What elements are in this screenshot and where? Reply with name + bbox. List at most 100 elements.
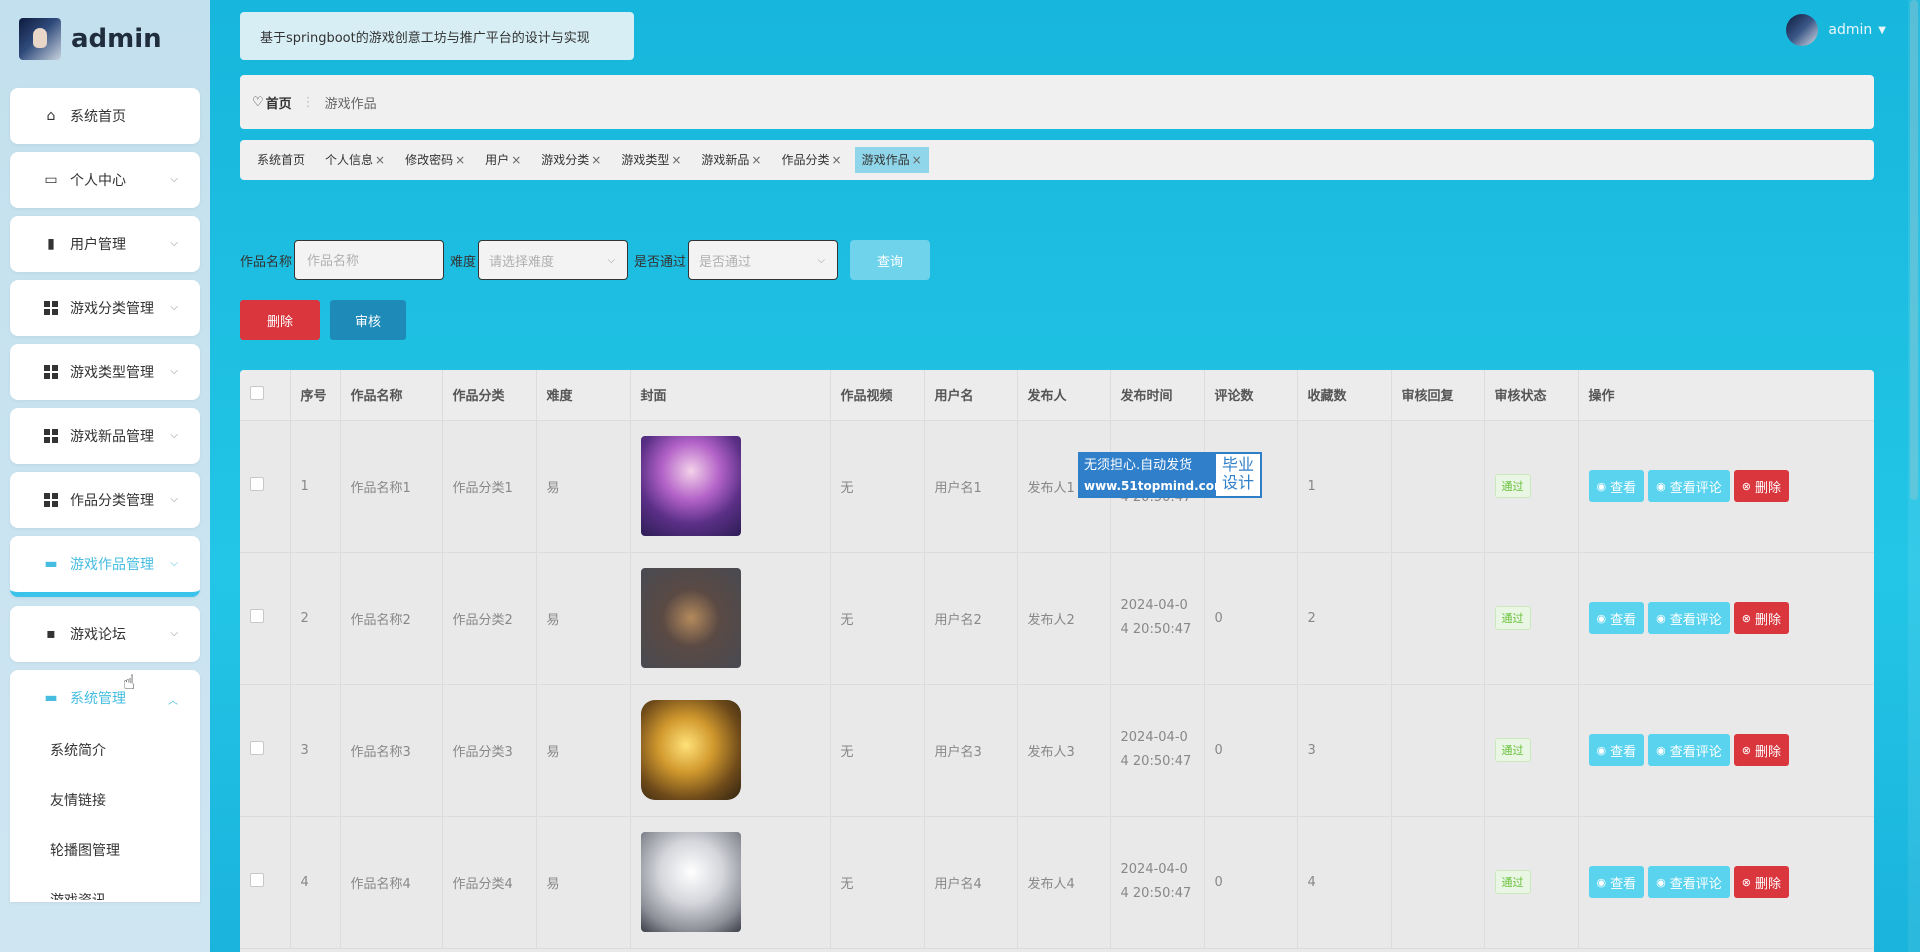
watermark-overlay: 无须担心.自动发货 www.51topmind.com 毕业 设计 (1078, 452, 1262, 498)
close-icon[interactable]: × (511, 153, 521, 167)
tag-game-category[interactable]: 游戏分类 × (534, 147, 608, 173)
sidebar-item-home[interactable]: ⌂ 系统首页 (10, 88, 200, 144)
breadcrumb-home[interactable]: 首页 (266, 93, 292, 112)
watermark-left: 无须担心.自动发货 www.51topmind.com (1080, 454, 1227, 496)
chevron-down-icon: ⌵ (817, 254, 826, 266)
cell-video: 无 (830, 420, 925, 553)
sidebar-item-game-category[interactable]: 游戏分类管理 ⌵ (10, 280, 200, 336)
view-button[interactable]: ◉ 查看 (1588, 470, 1645, 502)
sidebar-item-work-category[interactable]: 作品分类管理 ⌵ (10, 472, 200, 528)
close-icon[interactable]: × (832, 153, 842, 167)
col-reply: 审核回复 (1391, 370, 1485, 421)
laptop-icon: ▬ (44, 690, 58, 706)
view-comments-button[interactable]: ◉ 查看评论 (1648, 470, 1730, 502)
sidebar-item-personal-center[interactable]: ▭ 个人中心 ⌵ (10, 152, 200, 208)
view-comments-label: 查看评论 (1669, 875, 1722, 891)
close-icon[interactable]: × (375, 153, 385, 167)
sidebar-item-user-management[interactable]: ▮ 用户管理 ⌵ (10, 216, 200, 272)
tag-change-password[interactable]: 修改密码 × (398, 147, 472, 173)
sidebar-username: admin (71, 24, 162, 54)
close-icon[interactable]: × (912, 153, 922, 167)
search-button[interactable]: 查询 (850, 240, 931, 280)
table-row: 3 作品名称3 作品分类3 易 无 用户名3 发布人3 2024-04-0 4 2… (240, 684, 1874, 817)
eye-icon: ◉ (1596, 612, 1607, 625)
scrollbar-thumb[interactable] (1910, 0, 1918, 500)
submenu-item-carousel[interactable]: 轮播图管理 (10, 826, 200, 876)
delete-button[interactable]: ⊗ 删除 (1733, 602, 1789, 634)
heart-icon: ♡ (252, 94, 264, 110)
tag-home[interactable]: 系统首页 (250, 147, 312, 173)
sidebar: admin ⌂ 系统首页 ▭ 个人中心 ⌵ ▮ 用户管理 ⌵ 游戏分类管理 ⌵ 游戏类… (0, 0, 210, 952)
close-icon[interactable]: × (671, 153, 681, 167)
cover-image[interactable] (640, 436, 741, 536)
row-checkbox[interactable] (250, 609, 264, 623)
cell-name: 作品名称2 (340, 552, 443, 685)
select-all-cell (240, 370, 291, 421)
sidebar-item-label: 游戏分类管理 (70, 301, 154, 317)
tag-user[interactable]: 用户 × (478, 147, 528, 173)
tag-game-type[interactable]: 游戏类型 × (614, 147, 688, 173)
delete-label: 删除 (1754, 875, 1781, 891)
delete-button[interactable]: ⊗ 删除 (1733, 866, 1789, 898)
tag-personal-info[interactable]: 个人信息 × (318, 147, 392, 173)
view-button[interactable]: ◉ 查看 (1588, 602, 1645, 634)
passed-label: 是否通过 (634, 254, 687, 270)
col-video: 作品视频 (830, 370, 925, 421)
close-icon[interactable]: × (751, 153, 761, 167)
close-circle-icon: ⊗ (1741, 744, 1751, 757)
row-select-cell (240, 816, 291, 949)
cell-favorites: 4 (1297, 816, 1392, 949)
page-scrollbar[interactable] (1908, 0, 1920, 952)
time-line-1: 2024-04-0 (1120, 862, 1188, 877)
tag-game-works[interactable]: 游戏作品 × (854, 147, 929, 173)
close-icon[interactable]: × (455, 153, 465, 167)
grid-icon (42, 363, 60, 381)
sidebar-item-game-type[interactable]: 游戏类型管理 ⌵ (10, 344, 200, 400)
view-comments-label: 查看评论 (1669, 479, 1722, 495)
table-header-row: 序号 作品名称 作品分类 难度 封面 作品视频 用户名 发布人 发布时间 评论数… (240, 370, 1874, 421)
cell-username: 用户名3 (924, 684, 1018, 817)
sidebar-item-label: 游戏作品管理 (70, 557, 154, 573)
tags-view: 系统首页 个人信息 × 修改密码 × 用户 × 游戏分类 × 游戏类型 × 游戏新品 × 作… (240, 140, 1874, 180)
sidebar-item-label: 游戏新品管理 (70, 429, 154, 445)
sidebar-item-game-forum[interactable]: ▪ 游戏论坛 ⌵ (10, 606, 200, 662)
cell-comments: 0 (1204, 552, 1298, 685)
view-comments-button[interactable]: ◉ 查看评论 (1648, 866, 1730, 898)
tag-game-new[interactable]: 游戏新品 × (694, 147, 768, 173)
view-comments-button[interactable]: ◉ 查看评论 (1648, 734, 1730, 766)
row-checkbox[interactable] (250, 873, 264, 887)
name-input[interactable] (294, 240, 445, 280)
eye-icon: ◉ (1656, 480, 1666, 493)
select-all-checkbox[interactable] (250, 385, 264, 400)
chevron-down-icon: ⌵ (607, 254, 616, 266)
tag-label: 修改密码 (405, 153, 454, 167)
cell-difficulty: 易 (536, 684, 631, 817)
chevron-down-icon: ⌵ (170, 494, 178, 505)
passed-select[interactable]: 是否通过 ⌵ (688, 240, 839, 280)
user-dropdown[interactable]: admin ▼ (1786, 14, 1886, 46)
view-button[interactable]: ◉ 查看 (1588, 734, 1645, 766)
delete-button[interactable]: ⊗ 删除 (1733, 470, 1789, 502)
submenu-item-news[interactable]: 游戏资讯 (10, 876, 200, 900)
sidebar-item-game-new[interactable]: 游戏新品管理 ⌵ (10, 408, 200, 464)
submenu-item-links[interactable]: 友情链接 (10, 776, 200, 826)
row-checkbox[interactable] (250, 741, 264, 755)
submenu-item-intro[interactable]: 系统简介 (10, 726, 200, 776)
cover-image[interactable] (640, 832, 741, 932)
view-button[interactable]: ◉ 查看 (1588, 866, 1645, 898)
audit-button[interactable]: 审核 (330, 300, 406, 340)
sidebar-item-system-management[interactable]: ▬ 系统管理 ︿ 系统简介 友情链接 轮播图管理 游戏资讯 (10, 670, 200, 902)
close-icon[interactable]: × (591, 153, 601, 167)
tag-work-category[interactable]: 作品分类 × (774, 147, 848, 173)
page-title: 基于springboot的游戏创意工坊与推广平台的设计与实现 (240, 12, 634, 60)
sidebar-item-game-works[interactable]: ▬ 游戏作品管理 ⌵ (10, 536, 200, 597)
cell-cover (630, 684, 831, 817)
delete-button[interactable]: ⊗ 删除 (1733, 734, 1789, 766)
cover-image[interactable] (640, 568, 741, 668)
batch-delete-button[interactable]: 删除 (240, 300, 320, 340)
row-checkbox[interactable] (250, 477, 264, 491)
cell-publisher: 发布人2 (1017, 552, 1111, 685)
view-comments-button[interactable]: ◉ 查看评论 (1648, 602, 1730, 634)
cover-image[interactable] (640, 700, 741, 800)
difficulty-select[interactable]: 请选择难度 ⌵ (478, 240, 629, 280)
